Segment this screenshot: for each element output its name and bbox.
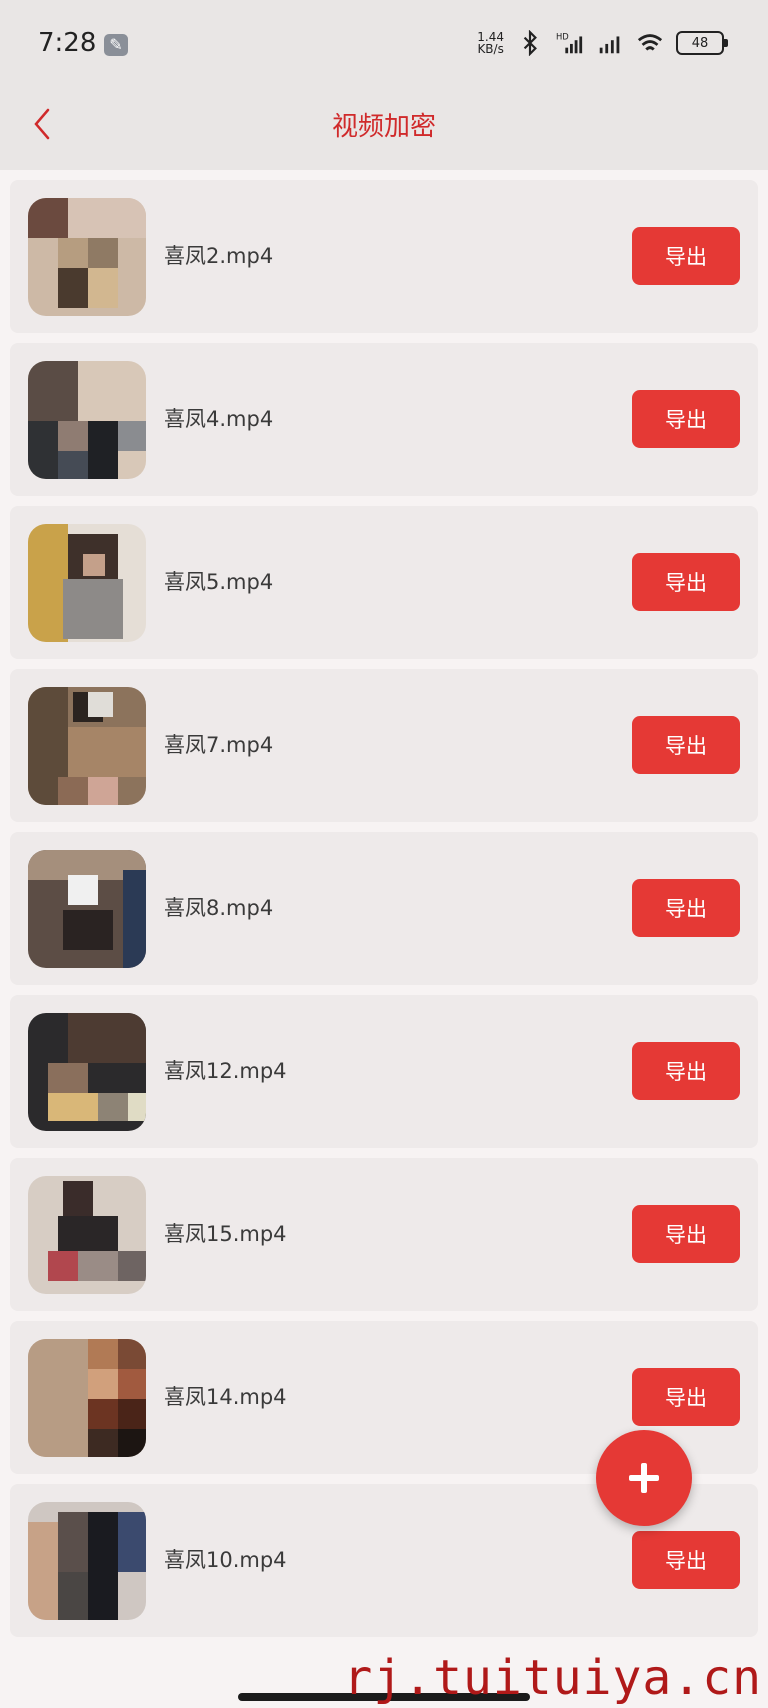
file-name: 喜凤5.mp4 — [164, 570, 274, 594]
wrench-icon: ✎ — [104, 34, 128, 56]
bluetooth-icon — [523, 30, 537, 56]
video-thumbnail — [28, 524, 146, 642]
page-title: 视频加密 — [331, 112, 436, 142]
wifi-icon — [637, 34, 663, 51]
file-name: 喜凤7.mp4 — [164, 733, 274, 757]
list-item[interactable]: 喜凤4.mp4 导出 — [10, 343, 758, 496]
file-name: 喜凤15.mp4 — [164, 1222, 287, 1246]
battery-level: 48 — [691, 35, 709, 51]
list-item[interactable]: 喜凤2.mp4 导出 — [10, 180, 758, 333]
export-button[interactable]: 导出 — [632, 1205, 740, 1263]
export-button[interactable]: 导出 — [632, 390, 740, 448]
network-speed: 1.44 KB/s — [477, 31, 504, 55]
export-button[interactable]: 导出 — [632, 1042, 740, 1100]
export-button[interactable]: 导出 — [632, 1368, 740, 1426]
export-button[interactable]: 导出 — [632, 227, 740, 285]
file-name: 喜凤8.mp4 — [164, 896, 274, 920]
list-item[interactable]: 喜凤15.mp4 导出 — [10, 1158, 758, 1311]
export-button[interactable]: 导出 — [632, 1531, 740, 1589]
status-icons: 1.44 KB/s HD 48 — [477, 30, 728, 56]
list-item[interactable]: 喜凤7.mp4 导出 — [10, 669, 758, 822]
plus-icon — [629, 1463, 659, 1493]
file-name: 喜凤2.mp4 — [164, 244, 274, 268]
export-button[interactable]: 导出 — [632, 553, 740, 611]
status-time: 7:28 — [38, 28, 97, 58]
list-item[interactable]: 喜凤5.mp4 导出 — [10, 506, 758, 659]
export-button[interactable]: 导出 — [632, 879, 740, 937]
file-name: 喜凤10.mp4 — [164, 1548, 287, 1572]
file-name: 喜凤14.mp4 — [164, 1385, 287, 1409]
file-name: 喜凤4.mp4 — [164, 407, 274, 431]
video-thumbnail — [28, 1013, 146, 1131]
signal-hd-icon: HD — [556, 31, 583, 54]
video-thumbnail — [28, 361, 146, 479]
file-name: 喜凤12.mp4 — [164, 1059, 287, 1083]
video-thumbnail — [28, 1176, 146, 1294]
speed-unit: KB/s — [477, 42, 504, 56]
status-bar: 7:28 ✎ 1.44 KB/s HD 48 — [0, 0, 768, 92]
video-thumbnail — [28, 198, 146, 316]
watermark: rj.tuituiya.cn — [343, 1650, 762, 1706]
list-item[interactable]: 喜凤12.mp4 导出 — [10, 995, 758, 1148]
signal-icon — [599, 36, 620, 54]
video-thumbnail — [28, 1339, 146, 1457]
export-button[interactable]: 导出 — [632, 716, 740, 774]
list-item[interactable]: 喜凤8.mp4 导出 — [10, 832, 758, 985]
video-thumbnail — [28, 850, 146, 968]
nav-bar: 视频加密 — [0, 92, 768, 170]
battery-indicator: 48 — [676, 31, 728, 55]
video-thumbnail — [28, 1502, 146, 1620]
add-button[interactable] — [596, 1430, 692, 1526]
hd-label: HD — [556, 31, 569, 41]
video-thumbnail — [28, 687, 146, 805]
